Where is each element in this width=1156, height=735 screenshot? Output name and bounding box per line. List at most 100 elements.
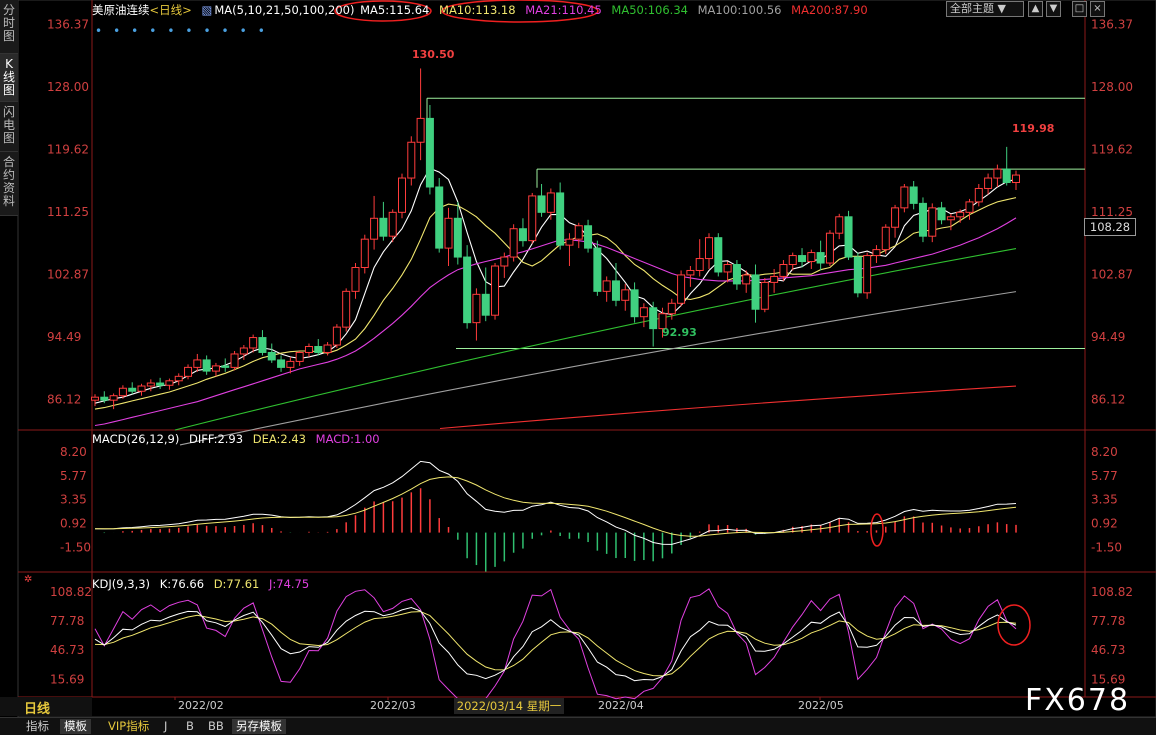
macd-tick-right: 5.77 (1091, 469, 1118, 483)
x-label-feb: 2022/02 (178, 699, 224, 712)
annotation-low: 92.93 (662, 326, 697, 339)
candle-body (481, 293, 490, 316)
candle-body (91, 396, 99, 401)
candle-body (407, 141, 416, 179)
kdj-settings-icon[interactable]: ✲ (24, 574, 32, 585)
price-tick-left: 128.00 (47, 80, 89, 94)
macd-tick-left: 3.35 (60, 493, 87, 507)
macd-dea: DEA:2.43 (252, 432, 307, 446)
period-label[interactable]: <日线> (150, 3, 192, 17)
candle-body (881, 226, 890, 251)
save-template-button[interactable]: 另存模板 (232, 719, 286, 734)
candle-body (463, 256, 472, 324)
price-tick-left: 94.49 (47, 330, 81, 344)
candle-body (211, 365, 220, 372)
kline-chart[interactable]: 136.37 136.37 128.00 128.00 119.62 119.62 111.… (0, 0, 1156, 734)
x-label-mar: 2022/03 (370, 699, 416, 712)
candle-body (351, 266, 360, 292)
annotation-recent-high: 119.98 (1012, 122, 1055, 135)
candle-body (277, 359, 286, 368)
candle-body (425, 117, 434, 188)
candle-body (900, 186, 909, 209)
candle-body (304, 346, 313, 353)
candle-body (221, 365, 230, 368)
candle-body (593, 247, 602, 292)
period-mode[interactable]: 日线 (24, 698, 50, 717)
candle-body (909, 186, 918, 204)
price-tick-right: 128.00 (1091, 80, 1133, 94)
candle-body (705, 237, 713, 260)
candle-body (537, 195, 546, 213)
scroll-down-button[interactable]: ▼ (1046, 1, 1061, 17)
candle-body (435, 186, 444, 249)
tab-kline[interactable]: K线图 (0, 54, 18, 102)
ma5-line (94, 167, 1017, 404)
price-tick-right: 136.37 (1091, 18, 1133, 32)
ma50-value: MA50:106.34 (611, 3, 688, 17)
candle-body (500, 256, 509, 267)
current-price-box: 108.28 (1084, 218, 1136, 236)
macd-tick-right: -1.50 (1091, 540, 1122, 554)
tab-timeshare[interactable]: 分时图 (0, 0, 18, 54)
macd-tick-right: 3.35 (1091, 493, 1118, 507)
maximize-button[interactable]: □ (1072, 1, 1087, 17)
candle-body (100, 396, 109, 401)
tab-j[interactable]: J (160, 719, 171, 734)
macd-label: MACD(26,12,9) (92, 432, 180, 446)
candle-body (965, 201, 974, 213)
tab-flash[interactable]: 闪电图 (0, 102, 18, 152)
tab-indicator[interactable]: 指标 (22, 719, 53, 734)
tab-vip-indicator[interactable]: VIP指标 (104, 719, 153, 734)
candle-body (509, 228, 518, 258)
candle-body (779, 264, 788, 277)
tab-timeshare-label: 分时图 (2, 3, 15, 43)
annotation-circle-kdj (997, 604, 1031, 646)
candle-body (472, 293, 481, 324)
candle-body (360, 238, 369, 268)
candle-body (230, 353, 239, 368)
candle-body (677, 274, 686, 304)
candle-body (844, 216, 853, 258)
kdj-tick-left: 46.73 (50, 643, 84, 657)
candle-body (193, 359, 202, 368)
candle-body (565, 238, 574, 246)
ma5-value: MA5:115.64 (360, 3, 430, 17)
tab-contract-info[interactable]: 合约资料 (0, 152, 18, 216)
candle-body (770, 275, 779, 283)
candle-body (118, 387, 127, 397)
candle-body (798, 255, 807, 263)
candle-body (984, 177, 993, 189)
candle-body (686, 269, 695, 276)
candle-body (165, 380, 174, 386)
candle-body (788, 255, 797, 266)
candle-body (518, 228, 527, 242)
candle-body (621, 289, 630, 301)
candle-body (146, 382, 155, 387)
candle-body (835, 216, 844, 234)
candle-body (546, 192, 555, 213)
tab-template[interactable]: 模板 (60, 719, 91, 734)
theme-select[interactable]: 全部主题 ▼ (946, 1, 1024, 17)
ma100-line (179, 291, 1017, 446)
scroll-up-button[interactable]: ▲ (1028, 1, 1043, 17)
tab-b[interactable]: B (182, 719, 198, 734)
price-tick-right: 94.49 (1091, 330, 1125, 344)
price-tick-right: 86.12 (1091, 392, 1125, 406)
close-button[interactable]: × (1090, 1, 1105, 17)
macd-tick-right: 0.92 (1091, 517, 1118, 531)
candle-body (816, 252, 825, 264)
ma-params: MA(5,10,21,50,100,200) (214, 3, 355, 17)
chart-frame (17, 0, 1156, 718)
tab-j-label: J (164, 719, 168, 733)
candle-body (379, 217, 388, 237)
candle-body (946, 216, 955, 221)
candle-body (993, 168, 1002, 179)
kdj-label: KDJ(9,3,3) (92, 577, 151, 591)
candle-body (491, 265, 500, 316)
close-icon: × (1093, 3, 1102, 14)
tab-bb[interactable]: BB (204, 719, 228, 734)
candle-body (444, 217, 453, 249)
bottom-toolbar: 指标 模板 VIP指标 J B BB 另存模板 (0, 717, 1156, 735)
candle-body (891, 207, 900, 228)
candle-body (723, 264, 732, 273)
